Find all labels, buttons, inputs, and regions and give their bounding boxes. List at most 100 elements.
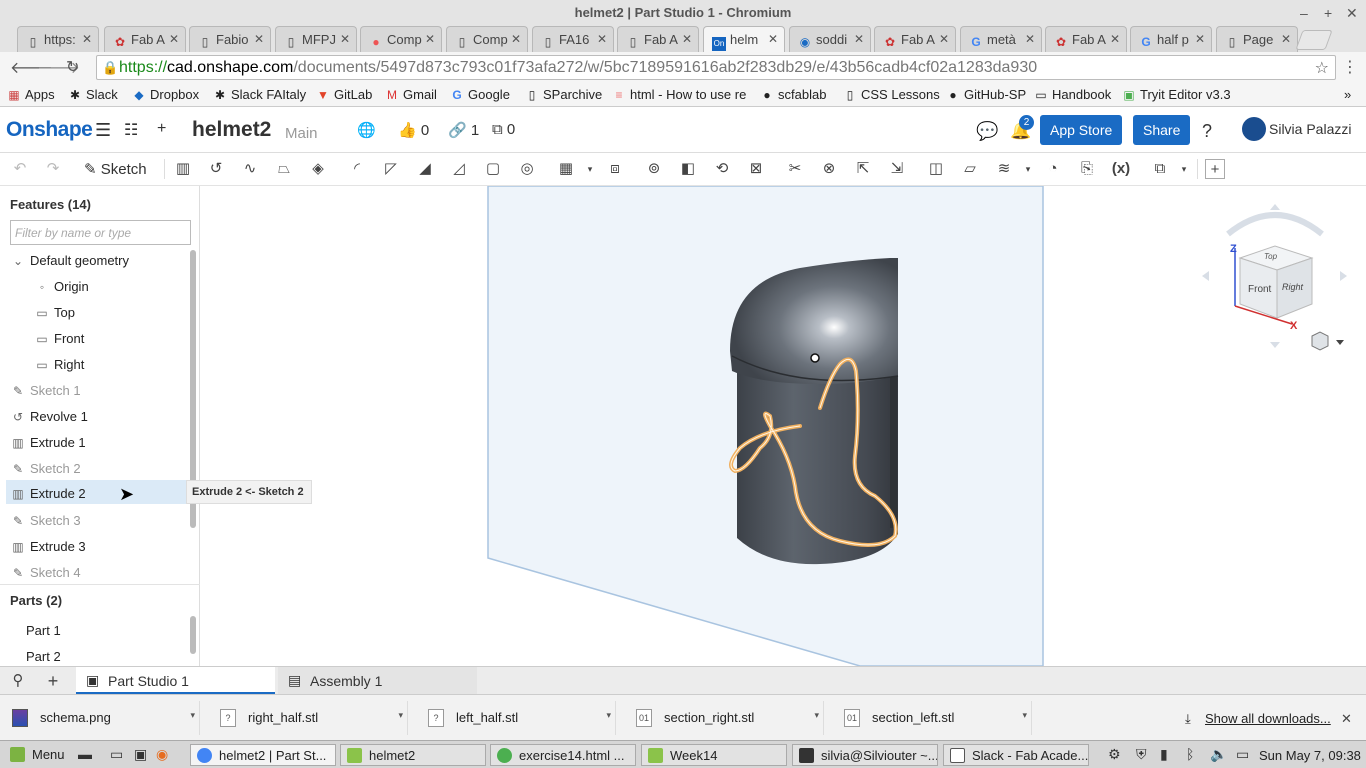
- thicken-icon[interactable]: ◈: [308, 159, 328, 179]
- feature-extrude-1[interactable]: ▥ Extrude 1: [10, 430, 196, 454]
- download-item[interactable]: schema.png ▾: [0, 701, 200, 735]
- bookmark-html[interactable]: ≡ html - How to use re: [612, 87, 746, 102]
- browser-tab[interactable]: ▯ Fab A ✕: [617, 26, 699, 52]
- taskbar-window[interactable]: helmet2: [340, 744, 486, 766]
- move-face-icon[interactable]: ⇱: [853, 159, 873, 179]
- feature-sketch-3[interactable]: ✎ Sketch 3: [10, 508, 196, 532]
- help-icon[interactable]: ?: [1202, 121, 1212, 142]
- sweep-icon[interactable]: ∿: [240, 159, 260, 179]
- taskbar-window[interactable]: Slack - Fab Acade...: [943, 744, 1089, 766]
- origin-point[interactable]: [810, 353, 820, 363]
- helix-dropdown-icon[interactable]: ▾: [1018, 159, 1038, 179]
- close-shelf-icon[interactable]: ✕: [1341, 711, 1352, 727]
- browser-tab[interactable]: ✿ Fab A ✕: [1045, 26, 1127, 52]
- shell-icon[interactable]: ▢: [483, 159, 503, 179]
- chevron-down-icon[interactable]: ▾: [606, 710, 611, 721]
- transform-icon[interactable]: ⟲: [712, 159, 732, 179]
- variable-icon[interactable]: (x): [1111, 159, 1131, 179]
- bookmark-slack[interactable]: ✱ Slack: [68, 87, 118, 102]
- show-all-downloads-link[interactable]: Show all downloads...: [1205, 711, 1331, 726]
- close-tab-icon[interactable]: ✕: [768, 32, 778, 46]
- close-tab-icon[interactable]: ✕: [1195, 32, 1205, 46]
- mate-connector-icon[interactable]: ◔: [1043, 159, 1063, 179]
- taskbar-window[interactable]: Week14: [641, 744, 787, 766]
- download-item[interactable]: ? left_half.stl ▾: [416, 701, 616, 735]
- volume-icon[interactable]: 🔈: [1210, 746, 1227, 763]
- avatar[interactable]: [1242, 117, 1266, 141]
- fillet-icon[interactable]: ◜: [347, 159, 367, 179]
- bookmarks-overflow-icon[interactable]: »: [1344, 87, 1351, 102]
- add-toolbar-icon[interactable]: +: [1205, 159, 1225, 179]
- download-item[interactable]: ? right_half.stl ▾: [208, 701, 408, 735]
- show-desktop-icon[interactable]: ▬: [78, 746, 92, 762]
- download-item[interactable]: 01 section_left.stl ▾: [832, 701, 1032, 735]
- download-item[interactable]: 01 section_right.stl ▾: [624, 701, 824, 735]
- pattern-icon[interactable]: ▦: [556, 159, 576, 179]
- close-tab-icon[interactable]: ✕: [511, 32, 521, 46]
- user-name[interactable]: Silvia Palazzi: [1269, 121, 1351, 137]
- close-window-icon[interactable]: ✕: [1346, 0, 1358, 26]
- browser-tab[interactable]: ▯ Page ✕: [1216, 26, 1298, 52]
- feature-default-geometry[interactable]: ⌄ Default geometry: [10, 248, 196, 272]
- close-tab-icon[interactable]: ✕: [82, 32, 92, 46]
- close-tab-icon[interactable]: ✕: [340, 32, 350, 46]
- import-icon[interactable]: ⎘: [1077, 159, 1097, 179]
- close-tab-icon[interactable]: ✕: [1025, 32, 1035, 46]
- maximize-icon[interactable]: +: [1324, 0, 1332, 26]
- rib-icon[interactable]: ◿: [449, 159, 469, 179]
- network-icon[interactable]: ▮: [1160, 746, 1168, 763]
- custom-feature-icon[interactable]: ⧉: [1150, 159, 1170, 179]
- feature-extrude-3[interactable]: ▥ Extrude 3: [10, 534, 196, 558]
- feature-revolve-1[interactable]: ↺ Revolve 1: [10, 404, 196, 428]
- close-tab-icon[interactable]: ✕: [169, 32, 179, 46]
- files-launcher-icon[interactable]: ▭: [110, 746, 123, 763]
- like-count[interactable]: 👍 0: [398, 121, 429, 139]
- extrude-icon[interactable]: ▥: [173, 159, 193, 179]
- close-tab-icon[interactable]: ✕: [425, 32, 435, 46]
- terminal-launcher-icon[interactable]: ▣: [134, 746, 147, 763]
- new-tab-button[interactable]: [1295, 30, 1333, 50]
- modify-fillet-icon[interactable]: ✂: [785, 159, 805, 179]
- pattern-dropdown-icon[interactable]: ▾: [580, 159, 600, 179]
- comment-icon[interactable]: 💬: [976, 121, 998, 142]
- menu-kebab-icon[interactable]: ⋮: [1342, 57, 1358, 77]
- bookmark-handbook[interactable]: ▭ Handbook: [1034, 87, 1111, 102]
- taskbar-window[interactable]: silvia@Silviouter ~...: [792, 744, 938, 766]
- reload-icon[interactable]: ↻: [66, 57, 79, 77]
- copy-count[interactable]: ⧉ 0: [492, 121, 515, 138]
- chevron-down-icon[interactable]: ▾: [1022, 710, 1027, 721]
- bluetooth-icon[interactable]: ᛒ: [1186, 746, 1194, 762]
- feature-extrude-2[interactable]: ▥ Extrude 2: [6, 480, 190, 504]
- view-cube[interactable]: Top Front Right Z X: [1202, 204, 1347, 348]
- add-element-icon[interactable]: +: [43, 671, 63, 691]
- bookmark-tryit[interactable]: ▣ Tryit Editor v3.3: [1122, 87, 1230, 102]
- feature-sketch-2[interactable]: ✎ Sketch 2: [10, 456, 196, 480]
- chevron-down-icon[interactable]: ▾: [398, 710, 403, 721]
- close-tab-icon[interactable]: ✕: [939, 32, 949, 46]
- bookmark-github-sp[interactable]: ● GitHub-SP: [946, 87, 1026, 102]
- sheet-metal-icon[interactable]: ◫: [926, 159, 946, 179]
- start-menu-button[interactable]: Menu: [4, 744, 70, 766]
- split-icon[interactable]: ◧: [678, 159, 698, 179]
- browser-tab[interactable]: Ghalf p ✕: [1130, 26, 1212, 52]
- close-tab-icon[interactable]: ✕: [1281, 32, 1291, 46]
- feature-list-icon[interactable]: ☷: [124, 120, 138, 140]
- bookmark-apps[interactable]: ▦ Apps: [7, 87, 54, 102]
- bookmark-gitlab[interactable]: ▼ GitLab: [316, 87, 372, 102]
- browser-tab[interactable]: ▯ Comp ✕: [446, 26, 528, 52]
- browser-tab[interactable]: ▯ Fabio ✕: [189, 26, 271, 52]
- globe-icon[interactable]: 🌐: [357, 121, 376, 139]
- browser-tab[interactable]: ▯ FA16 ✕: [532, 26, 614, 52]
- browser-tab-active[interactable]: On helm ✕: [703, 26, 785, 52]
- bookmark-google[interactable]: G Google: [450, 87, 510, 102]
- bookmark-sparchive[interactable]: ▯ SParchive: [525, 87, 603, 102]
- browser-tab[interactable]: ● Comp ✕: [360, 26, 442, 52]
- boolean-icon[interactable]: ⊚: [644, 159, 664, 179]
- delete-part-icon[interactable]: ⊠: [746, 159, 766, 179]
- custom-feature-dropdown-icon[interactable]: ▾: [1174, 159, 1194, 179]
- browser-tab[interactable]: ◉ soddi ✕: [789, 26, 871, 52]
- tab-part-studio-1[interactable]: ▣ Part Studio 1: [76, 667, 275, 694]
- part-item[interactable]: Part 2: [26, 644, 212, 668]
- revolve-icon[interactable]: ↺: [206, 159, 226, 179]
- bookmark-dropbox[interactable]: ◆ Dropbox: [132, 87, 199, 102]
